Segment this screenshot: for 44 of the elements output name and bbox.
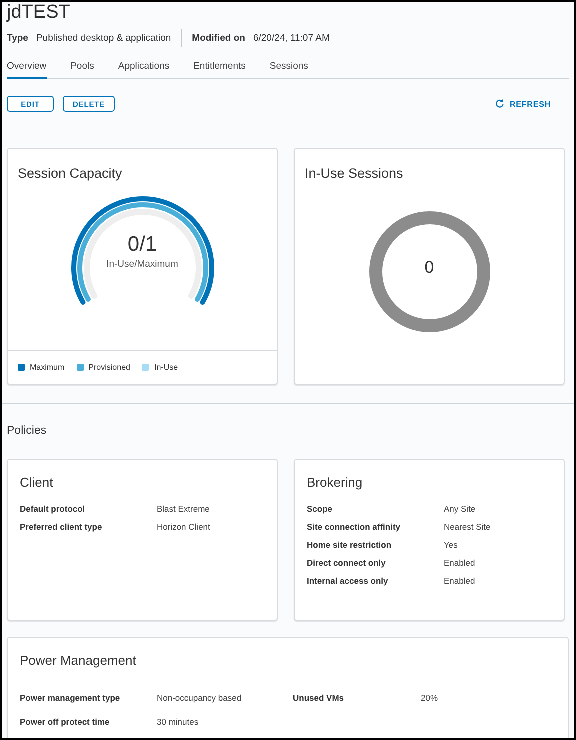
- field-label: Unused VMs: [293, 693, 346, 703]
- page-title: jdTEST: [7, 2, 72, 24]
- donut-value: 0: [424, 258, 436, 278]
- field-label: Preferred client type: [20, 522, 104, 532]
- refresh-button[interactable]: REFRESH: [494, 99, 551, 109]
- field-value: Any Site: [444, 504, 477, 514]
- field-label: Scope: [307, 504, 334, 514]
- field-value: Nearest Site: [444, 522, 492, 532]
- tab[interactable]: Applications: [118, 57, 170, 79]
- field-value: Yes: [444, 540, 459, 550]
- meta-value: Published desktop & application: [36, 32, 172, 44]
- tab[interactable]: Pools: [70, 57, 94, 79]
- field-label: Default protocol: [20, 504, 86, 514]
- field-value: Blast Extreme: [157, 504, 211, 514]
- section-heading: Policies: [7, 425, 48, 437]
- card-title: Brokering: [307, 475, 364, 490]
- gauge-value: 0/1: [128, 233, 158, 257]
- field-value: Non-occupancy based: [157, 693, 243, 703]
- field-value: Horizon Client: [157, 522, 212, 532]
- field-label: Direct connect only: [307, 558, 387, 568]
- card-title: In-Use Sessions: [305, 166, 404, 181]
- legend-label: In-Use: [154, 363, 178, 372]
- card-title: Power Management: [20, 653, 138, 668]
- meta-label: Type: [7, 32, 28, 44]
- field-label: Home site restriction: [307, 540, 393, 550]
- tab[interactable]: Overview: [7, 57, 47, 79]
- gauge-caption: In-Use/Maximum: [106, 259, 178, 270]
- legend-label: Maximum: [30, 363, 65, 372]
- meta-value: 6/20/24, 11:07 AM: [253, 32, 330, 44]
- card-title: Client: [20, 475, 54, 490]
- field-label: Site connection affinity: [307, 522, 402, 532]
- meta-label: Modified on: [192, 32, 246, 44]
- field-value: 20%: [421, 693, 440, 703]
- card-title: Session Capacity: [18, 166, 124, 181]
- field-value: Enabled: [444, 558, 476, 568]
- refresh-icon: [494, 99, 505, 109]
- field-label: Power management type: [20, 693, 122, 703]
- field-label: Power off protect time: [20, 717, 111, 727]
- field-value: Enabled: [444, 576, 476, 586]
- tab[interactable]: Entitlements: [194, 57, 246, 79]
- legend-label: Provisioned: [88, 363, 130, 372]
- field-label: Internal access only: [307, 576, 390, 586]
- field-value: 30 minutes: [157, 717, 200, 727]
- tab[interactable]: Sessions: [270, 57, 308, 79]
